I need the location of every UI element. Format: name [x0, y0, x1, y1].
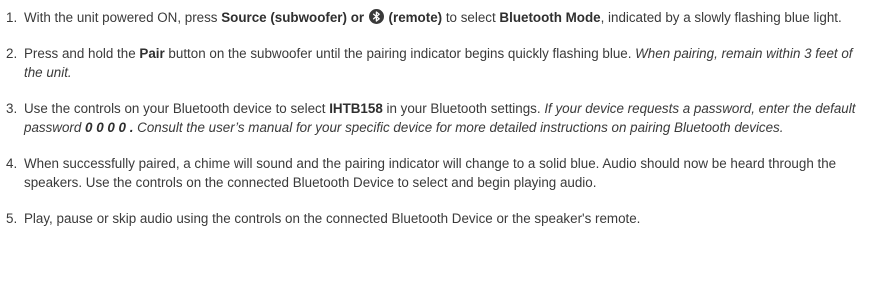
- step-text: (remote): [384, 10, 443, 25]
- step-text: With the unit powered ON, press: [24, 10, 222, 25]
- step-text: When successfully paired, a chime will s…: [24, 156, 837, 190]
- step-text: 0 0 0 0 .: [85, 120, 134, 135]
- step-text: Play, pause or skip audio using the cont…: [24, 211, 641, 226]
- instruction-list: 1. With the unit powered ON, press Source…: [0, 0, 879, 228]
- step-text: Use the controls on your Bluetooth devic…: [24, 101, 330, 116]
- step-text: button on the subwoofer until the pairin…: [164, 46, 636, 61]
- bluetooth-icon: [368, 9, 384, 24]
- step-number: 1.: [6, 10, 18, 25]
- instruction-step: 1. With the unit powered ON, press Source…: [0, 8, 871, 27]
- step-text: IHTB158: [329, 101, 383, 116]
- step-number: 3.: [6, 101, 18, 116]
- step-number: 5.: [6, 211, 18, 226]
- step-text: , indicated by a slowly flashing blue li…: [600, 10, 842, 25]
- step-text: to select: [442, 10, 500, 25]
- step-text: Pair: [139, 46, 165, 61]
- step-text: Source (subwoofer) or: [221, 10, 368, 25]
- step-number: 4.: [6, 156, 18, 171]
- step-text: in your Bluetooth settings.: [382, 101, 545, 116]
- instruction-step: 3. Use the controls on your Bluetooth dev…: [0, 99, 871, 137]
- step-text: Bluetooth Mode: [499, 10, 601, 25]
- instruction-step: 4. When successfully paired, a chime will…: [0, 154, 871, 192]
- step-number: 2.: [6, 46, 18, 61]
- step-text: Consult the user’s manual for your speci…: [133, 120, 784, 135]
- instruction-step: 2. Press and hold the Pair button on the …: [0, 44, 871, 82]
- instruction-step: 5. Play, pause or skip audio using the co…: [0, 209, 871, 228]
- step-text: Press and hold the: [24, 46, 140, 61]
